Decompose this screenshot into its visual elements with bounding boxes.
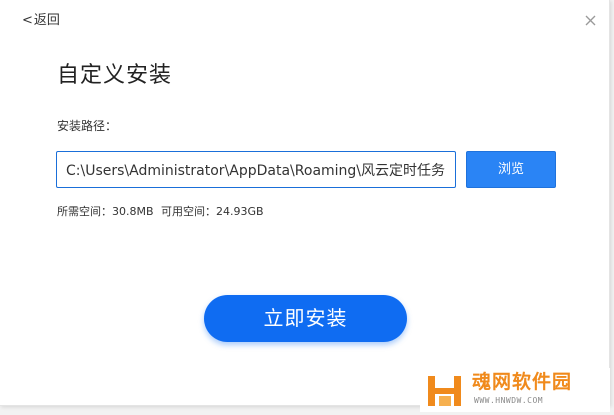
space-info: 所需空间：30.8MB 可用空间：24.93GB xyxy=(57,204,264,220)
space-available: 可用空间：24.93GB xyxy=(161,205,264,218)
close-button[interactable] xyxy=(580,10,600,30)
back-button[interactable]: <返回 xyxy=(22,12,60,30)
chevron-left-icon: < xyxy=(22,13,33,28)
install-path-label: 安装路径： xyxy=(57,119,118,133)
install-now-button[interactable]: 立即安装 xyxy=(204,295,407,342)
page-title: 自定义安装 xyxy=(57,63,173,88)
install-dialog: <返回 自定义安装 安装路径： 浏览 所需空间：30.8MB 可用空间：24.9… xyxy=(0,0,610,406)
browse-button[interactable]: 浏览 xyxy=(466,151,556,188)
watermark: 魂网软件园 WWW.HNWDW.COM xyxy=(420,368,610,412)
watermark-logo-icon xyxy=(428,376,461,406)
space-required: 所需空间：30.8MB xyxy=(57,205,154,218)
back-label: 返回 xyxy=(33,13,60,28)
install-path-input[interactable] xyxy=(56,151,456,188)
close-icon xyxy=(585,15,596,26)
watermark-url: WWW.HNWDW.COM xyxy=(474,396,544,405)
watermark-name: 魂网软件园 xyxy=(472,371,573,393)
